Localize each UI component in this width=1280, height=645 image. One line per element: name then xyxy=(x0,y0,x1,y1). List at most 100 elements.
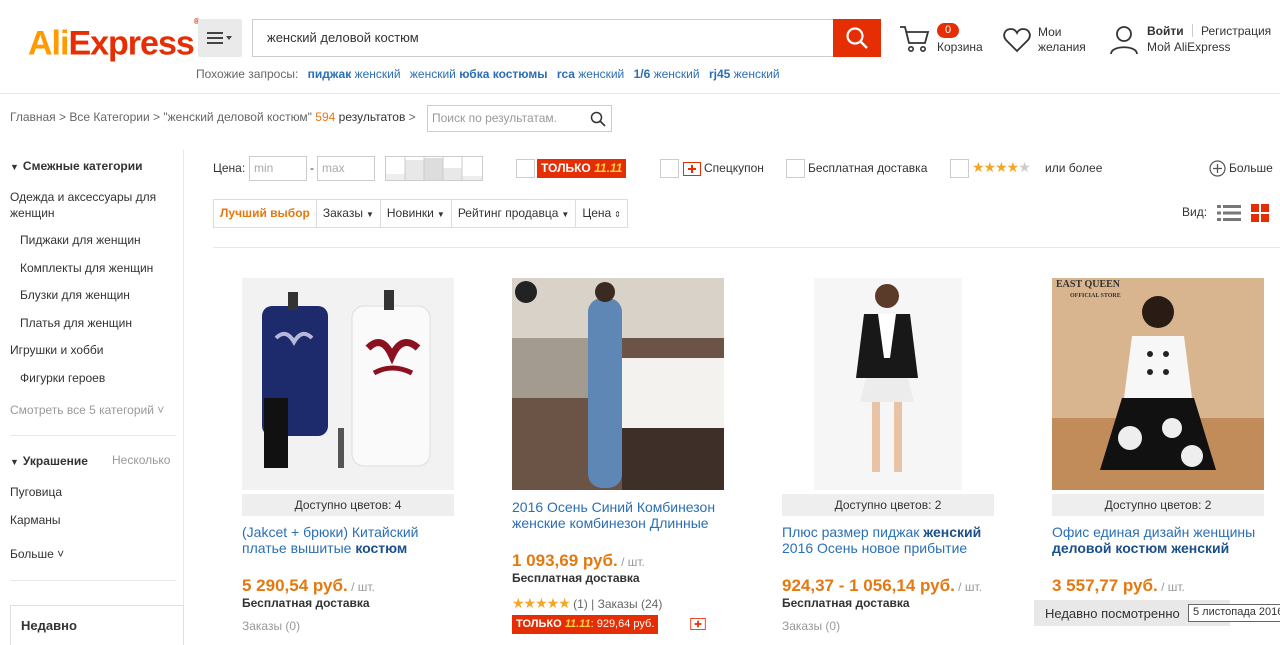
product-title-1[interactable]: (Jakcet + брюки) Китайский платье вышиты… xyxy=(242,524,462,556)
decoration-header[interactable]: ▼ Украшение xyxy=(10,454,88,468)
product-image-3[interactable] xyxy=(782,278,994,490)
sidebar-item-women-clothing[interactable]: Одежда и аксессуары для женщин xyxy=(10,189,170,221)
list-view-icon[interactable] xyxy=(1217,204,1241,222)
cart-label: Корзина xyxy=(937,40,983,54)
related-searches: Похожие запросы: пиджак женский женский … xyxy=(196,67,780,81)
cart-button[interactable]: 0 Корзина xyxy=(899,22,989,58)
sidebar-subitem-blouses[interactable]: Блузки для женщин xyxy=(20,287,130,303)
product-orders-1: Заказы (0) xyxy=(242,619,301,633)
product-price-2: 1 093,69 руб. / шт. xyxy=(512,551,645,570)
breadcrumb-all-categories[interactable]: Все Категории xyxy=(69,110,149,124)
related-tag-3[interactable]: rca женский xyxy=(557,67,624,81)
product-title-3[interactable]: Плюс размер пиджак женский 2016 Осень но… xyxy=(782,524,1002,556)
filter-bar: Цена: min - max ТОЛЬКО 11.11 Спецкупон Б… xyxy=(213,155,1280,185)
available-colors: Доступно цветов: 2 xyxy=(1052,494,1264,516)
rating-checkbox[interactable] xyxy=(950,159,969,178)
rating-stars-icon: ★★★★★ xyxy=(512,595,571,611)
sidebar-item-buttons[interactable]: Пуговица xyxy=(10,484,62,500)
heart-icon xyxy=(1003,28,1031,53)
product-price-4: 3 557,77 руб. / шт. xyxy=(1052,576,1185,595)
sort-price[interactable]: Цена ⇕ xyxy=(576,200,627,227)
related-tag-2[interactable]: женский юбка костюмы xyxy=(410,67,548,81)
search-button[interactable] xyxy=(833,19,881,57)
grid-view-icon[interactable] xyxy=(1251,204,1269,222)
sidebar-item-pockets[interactable]: Карманы xyxy=(10,512,61,528)
product-price-1: 5 290,54 руб. / шт. xyxy=(242,576,375,595)
results-label: результатов xyxy=(338,110,406,124)
coupon-checkbox[interactable] xyxy=(660,159,679,178)
caret-down-icon: ▼ xyxy=(561,210,570,219)
search-input[interactable]: женский деловой костюм xyxy=(252,19,834,57)
recent-panel: Недавно xyxy=(10,605,184,645)
see-all-categories-link[interactable]: Смотреть все 5 категорий ˅ xyxy=(10,402,164,418)
wishlist-label: Мои желания xyxy=(1038,25,1086,54)
sort-best-match[interactable]: Лучший выбор xyxy=(214,200,317,227)
sidebar-subitem-jackets[interactable]: Пиджаки для женщин xyxy=(20,232,141,248)
coupon-icon xyxy=(683,162,701,176)
free-shipping-checkbox[interactable] xyxy=(786,159,805,178)
sort-arrows-icon: ⇕ xyxy=(614,210,621,219)
free-shipping-label: Бесплатная доставка xyxy=(808,161,928,175)
search-icon[interactable] xyxy=(590,111,606,127)
plus-circle-icon[interactable] xyxy=(1209,160,1226,177)
product-image-4[interactable]: EAST QUEEN OFFICIAL STORE xyxy=(1052,278,1264,490)
cart-count-badge: 0 xyxy=(937,23,959,38)
menu-icon xyxy=(207,32,232,44)
register-link[interactable]: Регистрация xyxy=(1201,24,1271,38)
caret-down-icon: ▼ xyxy=(365,210,374,219)
product-shipping-1: Бесплатная доставка xyxy=(242,596,370,610)
sidebar-subitem-dresses[interactable]: Платья для женщин xyxy=(20,315,132,331)
price-max-input[interactable]: max xyxy=(317,156,375,181)
related-categories-header[interactable]: ▼ Смежные категории xyxy=(10,159,142,173)
breadcrumb: Главная > Все Категории > "женский делов… xyxy=(10,110,416,124)
collapse-triangle-icon: ▼ xyxy=(10,162,19,172)
product-rating-2: ★★★★★ (1) | Заказы (24) xyxy=(512,595,663,611)
related-tag-5[interactable]: rj45 женский xyxy=(709,67,780,81)
view-label: Вид: xyxy=(1182,205,1208,219)
breadcrumb-home[interactable]: Главная xyxy=(10,110,56,124)
price-min-input[interactable]: min xyxy=(249,156,307,181)
sidebar-divider xyxy=(10,580,176,581)
caret-down-icon: ▼ xyxy=(436,210,445,219)
logo-ali: Ali xyxy=(28,24,69,63)
sort-seller-rating[interactable]: Рейтинг продавца ▼ xyxy=(452,200,577,227)
product-orders-3: Заказы (0) xyxy=(782,619,841,633)
product-image-2[interactable] xyxy=(512,278,724,490)
sort-newest[interactable]: Новинки ▼ xyxy=(381,200,452,227)
search-icon xyxy=(846,27,868,49)
wishlist-button[interactable]: Мои желания xyxy=(1003,22,1098,58)
categories-menu-button[interactable] xyxy=(198,19,242,57)
cart-icon xyxy=(900,26,930,52)
login-link[interactable]: Войти xyxy=(1147,24,1184,38)
sort-orders[interactable]: Заказы ▼ xyxy=(317,200,381,227)
price-histogram[interactable] xyxy=(385,156,485,182)
related-tag-1[interactable]: пиджак женский xyxy=(308,67,401,81)
refine-placeholder: Поиск по результатам. xyxy=(432,111,557,125)
account-separator xyxy=(1192,24,1193,37)
date-tooltip: 5 листопада 2016 xyxy=(1188,604,1280,622)
sidebar-subitem-sets[interactable]: Комплекты для женщин xyxy=(20,260,153,276)
related-tag-4[interactable]: 1/6 женский xyxy=(634,67,700,81)
related-label: Похожие запросы: xyxy=(196,67,299,81)
product-image-1[interactable] xyxy=(242,278,454,490)
product-title-4[interactable]: Офис единая дизайн женщины деловой костю… xyxy=(1052,524,1272,556)
product-title-2[interactable]: 2016 Осень Синий Комбинезон женские комб… xyxy=(512,499,732,531)
product-shipping-2: Бесплатная доставка xyxy=(512,571,640,585)
results-count: 594 xyxy=(315,110,336,124)
sidebar-more-link[interactable]: Больше ˅ xyxy=(10,546,64,562)
refine-search-input[interactable]: Поиск по результатам. xyxy=(427,105,612,132)
sidebar-item-toys[interactable]: Игрушки и хобби xyxy=(10,342,103,358)
product-photo-suits xyxy=(242,278,454,490)
available-colors: Доступно цветов: 2 xyxy=(782,494,994,516)
collapse-triangle-icon: ▼ xyxy=(10,457,19,467)
product-shipping-3: Бесплатная доставка xyxy=(782,596,910,610)
sidebar-subitem-heroes[interactable]: Фигурки героев xyxy=(20,370,105,386)
sort-bar: Лучший выбор Заказы ▼ Новинки ▼ Рейтинг пр… xyxy=(213,199,628,228)
my-aliexpress-link[interactable]: Мой AliExpress xyxy=(1147,40,1231,54)
decoration-multiple-toggle[interactable]: Несколько xyxy=(112,452,170,468)
more-filters-link[interactable]: Больше xyxy=(1229,161,1273,175)
only-1111-checkbox[interactable] xyxy=(516,159,535,178)
aliexpress-logo[interactable]: AliExpress® xyxy=(28,17,200,63)
price-dash: - xyxy=(310,161,314,175)
chevron-down-icon: ˅ xyxy=(53,547,65,561)
